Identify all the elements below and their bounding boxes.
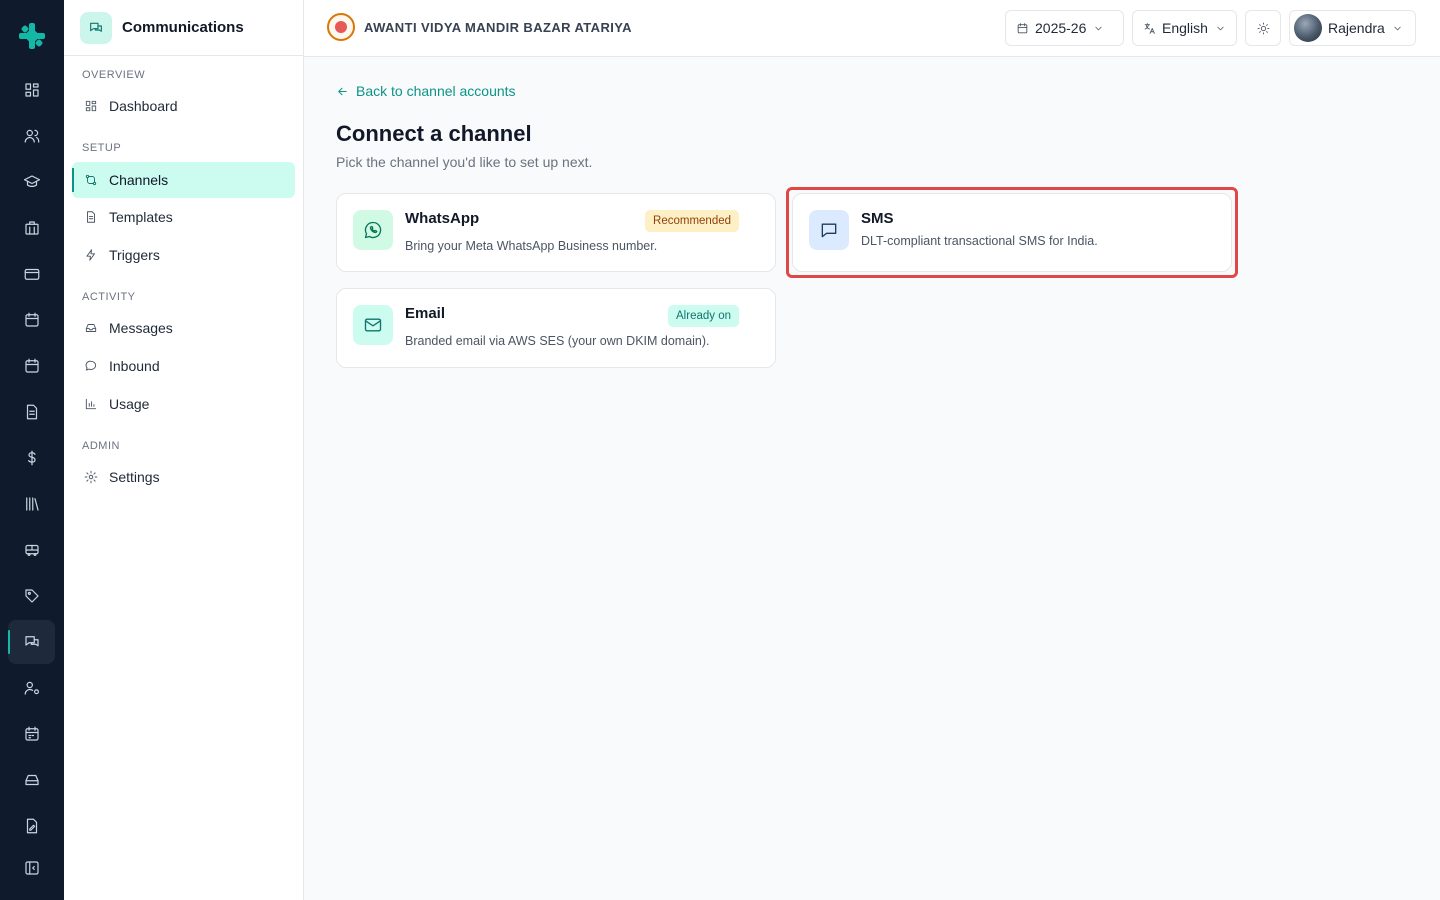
bar-chart-icon: [85, 398, 97, 410]
school-crest-icon: [327, 13, 355, 41]
sun-icon: [1257, 22, 1269, 34]
channel-name: WhatsApp: [405, 210, 480, 227]
sidebar-item-dashboard[interactable]: Dashboard: [72, 88, 295, 124]
channel-card-whatsapp[interactable]: WhatsApp Recommended Bring your Meta Wha…: [336, 193, 776, 272]
rail-card-icon[interactable]: [8, 252, 55, 296]
sidebar-item-label: Dashboard: [109, 98, 178, 114]
sidebar-item-label: Triggers: [109, 247, 160, 263]
mail-icon: [353, 305, 393, 345]
back-to-channel-accounts-link[interactable]: Back to channel accounts: [336, 83, 516, 99]
avatar: [1294, 14, 1322, 42]
rail-calendar-grid-icon[interactable]: [8, 712, 55, 756]
rail-file-edit-icon[interactable]: [8, 804, 55, 848]
whatsapp-icon: [353, 210, 393, 250]
selection-highlight: [786, 187, 1238, 278]
sidebar-item-templates[interactable]: Templates: [72, 199, 295, 235]
module-sidebar: Communications OVERVIEW Dashboard SETUP …: [64, 0, 304, 900]
section-overview: OVERVIEW: [82, 69, 146, 81]
rail-people-icon[interactable]: [8, 114, 55, 158]
sidebar-item-label: Settings: [109, 469, 160, 485]
already-on-badge: Already on: [668, 305, 739, 327]
rail-user-settings-icon[interactable]: [8, 666, 55, 710]
back-link-label: Back to channel accounts: [356, 83, 516, 99]
rail-dashboard-icon[interactable]: [8, 68, 55, 112]
channel-name: Email: [405, 305, 446, 322]
chat-bubble-icon: [85, 360, 97, 371]
sidebar-item-inbound[interactable]: Inbound: [72, 348, 295, 384]
user-name: Rajendra: [1328, 20, 1385, 36]
rail-bus-icon[interactable]: [8, 528, 55, 572]
rail-building-icon[interactable]: [8, 206, 55, 250]
sidebar-item-label: Messages: [109, 320, 173, 336]
recommended-badge: Recommended: [645, 210, 739, 232]
channel-card-email[interactable]: Email Already on Branded email via AWS S…: [336, 288, 776, 368]
rail-library-icon[interactable]: [8, 482, 55, 526]
theme-toggle-button[interactable]: [1245, 10, 1281, 46]
sidebar-item-label: Usage: [109, 396, 150, 412]
sidebar-item-messages[interactable]: Messages: [72, 310, 295, 346]
rail-tag-icon[interactable]: [8, 574, 55, 618]
language-select[interactable]: English: [1132, 10, 1237, 46]
sidebar-item-triggers[interactable]: Triggers: [72, 237, 295, 273]
page-subtitle: Pick the channel you'd like to set up ne…: [336, 154, 593, 170]
sidebar-item-settings[interactable]: Settings: [72, 459, 295, 495]
language-value: English: [1162, 20, 1208, 36]
rail-calendar-alt-icon[interactable]: [8, 344, 55, 388]
school-name: AWANTI VIDYA MANDIR BAZAR ATARIYA: [364, 19, 632, 35]
arrow-left-icon: [338, 87, 347, 95]
rail-calendar-icon[interactable]: [8, 298, 55, 342]
academic-year-value: 2025-26: [1035, 20, 1087, 36]
school-identity: AWANTI VIDYA MANDIR BAZAR ATARIYA: [327, 13, 632, 41]
communications-icon: [80, 11, 112, 44]
sidebar-title: Communications: [122, 19, 244, 36]
rail-storage-icon[interactable]: [8, 758, 55, 802]
gear-icon: [84, 470, 98, 484]
page-title: Connect a channel: [336, 121, 532, 146]
sidebar-item-label: Inbound: [109, 358, 160, 374]
rail-graduation-cap-icon[interactable]: [8, 160, 55, 204]
translate-icon: [1144, 22, 1155, 34]
section-setup: SETUP: [82, 142, 122, 154]
section-admin: ADMIN: [82, 440, 120, 452]
rail-document-icon[interactable]: [8, 390, 55, 434]
chevron-down-icon: [1095, 26, 1103, 30]
chevron-down-icon: [1394, 26, 1401, 30]
inbox-icon: [85, 324, 97, 332]
dashboard-icon: [85, 100, 97, 112]
rail-collapse-icon[interactable]: [8, 846, 55, 890]
sidebar-header: Communications: [64, 0, 303, 56]
sidebar-item-label: Templates: [109, 209, 173, 225]
app-logo-icon[interactable]: [16, 20, 48, 52]
academic-year-select[interactable]: 2025-26: [1005, 10, 1124, 46]
sidebar-item-label: Channels: [109, 172, 169, 188]
channel-description: Branded email via AWS SES (your own DKIM…: [405, 334, 710, 348]
channel-description: Bring your Meta WhatsApp Business number…: [405, 239, 658, 253]
channels-icon: [85, 174, 97, 186]
chevron-down-icon: [1217, 26, 1224, 30]
templates-icon: [87, 211, 95, 223]
section-activity: ACTIVITY: [82, 291, 136, 303]
top-bar: AWANTI VIDYA MANDIR BAZAR ATARIYA 2025-2…: [304, 0, 1440, 57]
user-menu-button[interactable]: Rajendra: [1289, 10, 1416, 46]
rail-dollar-icon[interactable]: [8, 436, 55, 480]
app-rail: [0, 0, 64, 900]
sidebar-item-usage[interactable]: Usage: [72, 386, 295, 422]
sidebar-item-channels[interactable]: Channels: [72, 162, 295, 198]
calendar-icon: [1017, 22, 1028, 33]
rail-communications-icon[interactable]: [8, 620, 55, 664]
lightning-icon: [86, 249, 95, 261]
